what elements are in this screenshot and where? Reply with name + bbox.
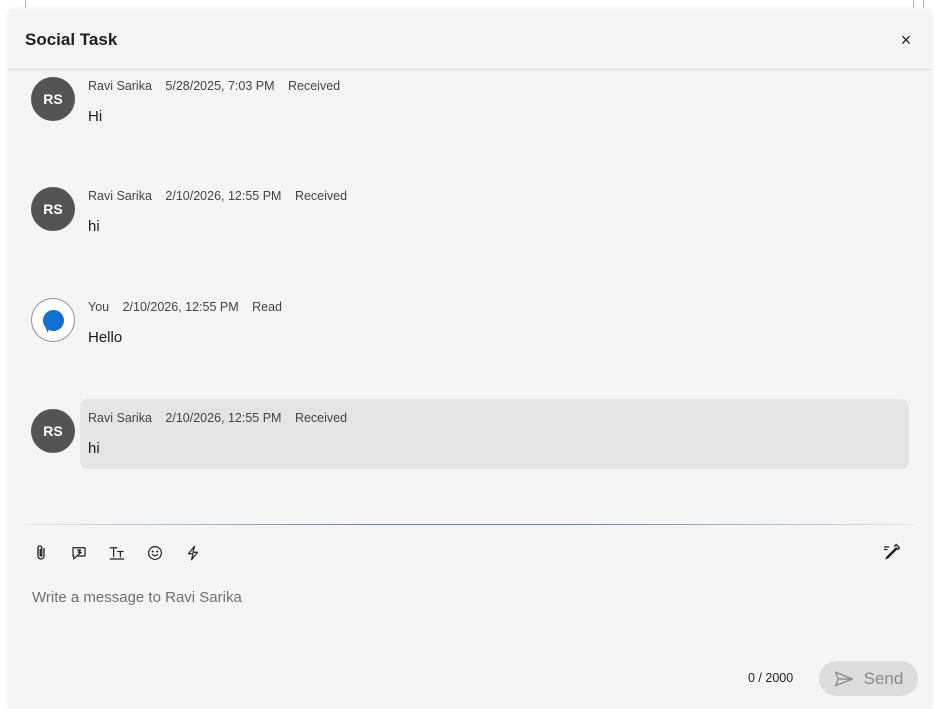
emoji-icon[interactable] (145, 542, 165, 564)
message-meta: Ravi Sarika 5/28/2025, 7:03 PM Received (88, 79, 350, 93)
avatar (31, 298, 75, 342)
social-task-dialog: Social Task × RS Ravi Sarika 5/28/2025, … (8, 10, 932, 709)
background-edge (923, 0, 924, 8)
message-text: hi (88, 218, 100, 235)
background-edge (25, 0, 26, 8)
message-highlight (80, 399, 909, 469)
sender-name: Ravi Sarika (88, 79, 152, 93)
sender-name: You (88, 300, 110, 314)
avatar: RS (31, 77, 75, 121)
message-status: Received (288, 79, 341, 93)
character-counter: 0 / 2000 (748, 671, 794, 685)
lightning-icon[interactable] (183, 542, 203, 564)
signature-pen-icon[interactable] (882, 542, 902, 562)
send-icon (834, 671, 853, 686)
dialog-header: Social Task × (8, 10, 932, 70)
message-meta: Ravi Sarika 2/10/2026, 12:55 PM Received (88, 411, 357, 425)
message-status: Received (294, 189, 348, 203)
background-edge (913, 0, 914, 8)
message-text: Hi (88, 108, 103, 125)
message-meta: You 2/10/2026, 12:55 PM Read (88, 300, 292, 314)
avatar: RS (31, 409, 75, 453)
avatar: RS (31, 187, 75, 231)
send-label: Send (863, 668, 904, 688)
message-text: Hello (88, 329, 123, 346)
message-timestamp: 5/28/2025, 7:03 PM (165, 79, 275, 93)
message-status: Read (252, 300, 283, 314)
message-status: Received (294, 411, 348, 425)
message-timestamp: 2/10/2026, 12:55 PM (165, 411, 282, 425)
message-timestamp: 2/10/2026, 12:55 PM (122, 300, 239, 314)
chat-bubble-tail (41, 324, 51, 333)
sender-name: Ravi Sarika (88, 189, 152, 203)
composer-divider (25, 524, 915, 525)
message-text: hi (88, 440, 100, 457)
message-input[interactable] (24, 582, 904, 612)
composer-toolbar (31, 540, 203, 566)
close-button[interactable]: × (896, 30, 916, 50)
dialog-title: Social Task (25, 30, 118, 49)
text-format-icon[interactable] (107, 542, 127, 564)
attachment-icon[interactable] (31, 542, 51, 564)
message-meta: Ravi Sarika 2/10/2026, 12:55 PM Received (88, 189, 357, 203)
quick-reply-icon[interactable] (69, 542, 89, 564)
sender-name: Ravi Sarika (88, 411, 152, 425)
send-button[interactable]: Send (819, 661, 918, 696)
message-timestamp: 2/10/2026, 12:55 PM (165, 189, 282, 203)
